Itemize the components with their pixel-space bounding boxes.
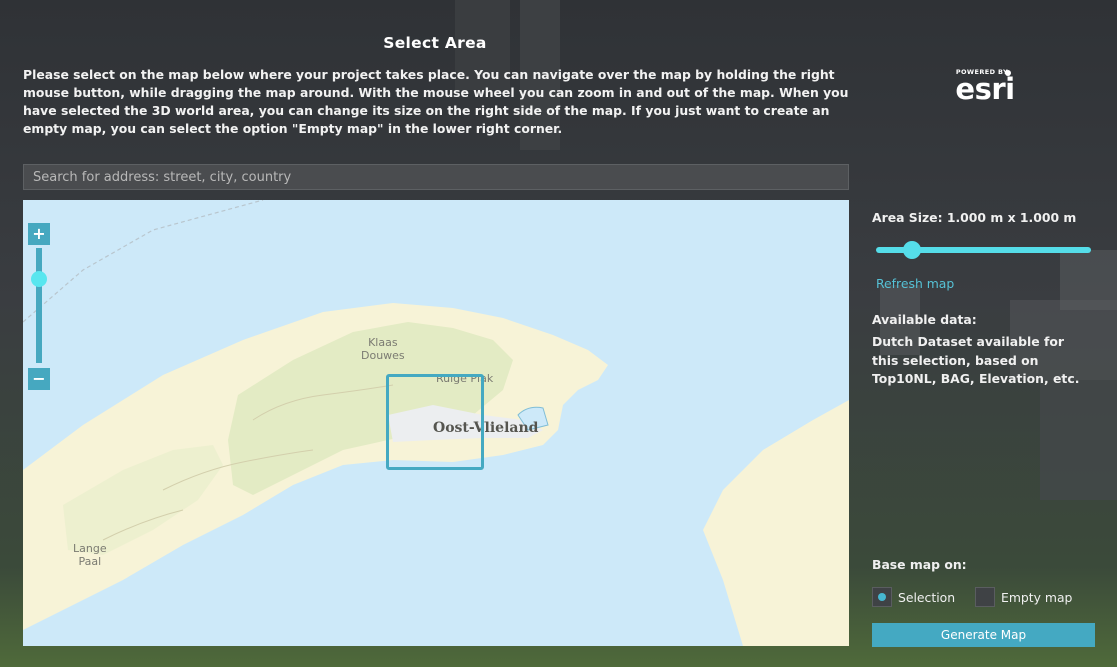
selection-radio[interactable] bbox=[872, 587, 892, 607]
selection-rectangle[interactable] bbox=[386, 374, 484, 470]
sandbank bbox=[703, 400, 849, 646]
intro-text: Please select on the map below where you… bbox=[23, 67, 849, 136]
empty-map-radio[interactable] bbox=[975, 587, 995, 607]
generate-map-button[interactable]: Generate Map bbox=[872, 623, 1095, 647]
map-view[interactable]: Klaas Douwes Ruige Plak Oost-Vlieland Lan… bbox=[23, 200, 849, 646]
place-label-klaas-douwes: Klaas Douwes bbox=[361, 336, 405, 362]
available-data-text: Dutch Dataset available for this selecti… bbox=[872, 334, 1080, 386]
esri-logo: POWERED BY esri bbox=[950, 68, 1020, 106]
available-data-title: Available data: bbox=[872, 312, 977, 327]
place-label-lange-paal: Lange Paal bbox=[73, 542, 107, 568]
dialog-title: Select Area bbox=[383, 34, 487, 52]
area-size-slider-handle[interactable] bbox=[903, 241, 921, 259]
base-map-label: Base map on: bbox=[872, 557, 967, 572]
esri-wordmark: esri bbox=[955, 70, 1015, 106]
selection-option-label[interactable]: Selection bbox=[898, 590, 955, 605]
address-search-input[interactable] bbox=[23, 164, 849, 190]
area-size-label: Area Size: 1.000 m x 1.000 m bbox=[872, 210, 1077, 225]
zoom-in-button[interactable]: + bbox=[28, 223, 50, 245]
zoom-slider-handle[interactable] bbox=[31, 271, 47, 287]
selection-radio-dot bbox=[878, 593, 886, 601]
refresh-map-link[interactable]: Refresh map bbox=[876, 276, 954, 291]
zoom-out-button[interactable]: − bbox=[28, 368, 50, 390]
zoom-slider-track[interactable] bbox=[36, 248, 42, 363]
empty-map-option-label[interactable]: Empty map bbox=[1001, 590, 1072, 605]
ferry-route-line bbox=[23, 200, 264, 323]
